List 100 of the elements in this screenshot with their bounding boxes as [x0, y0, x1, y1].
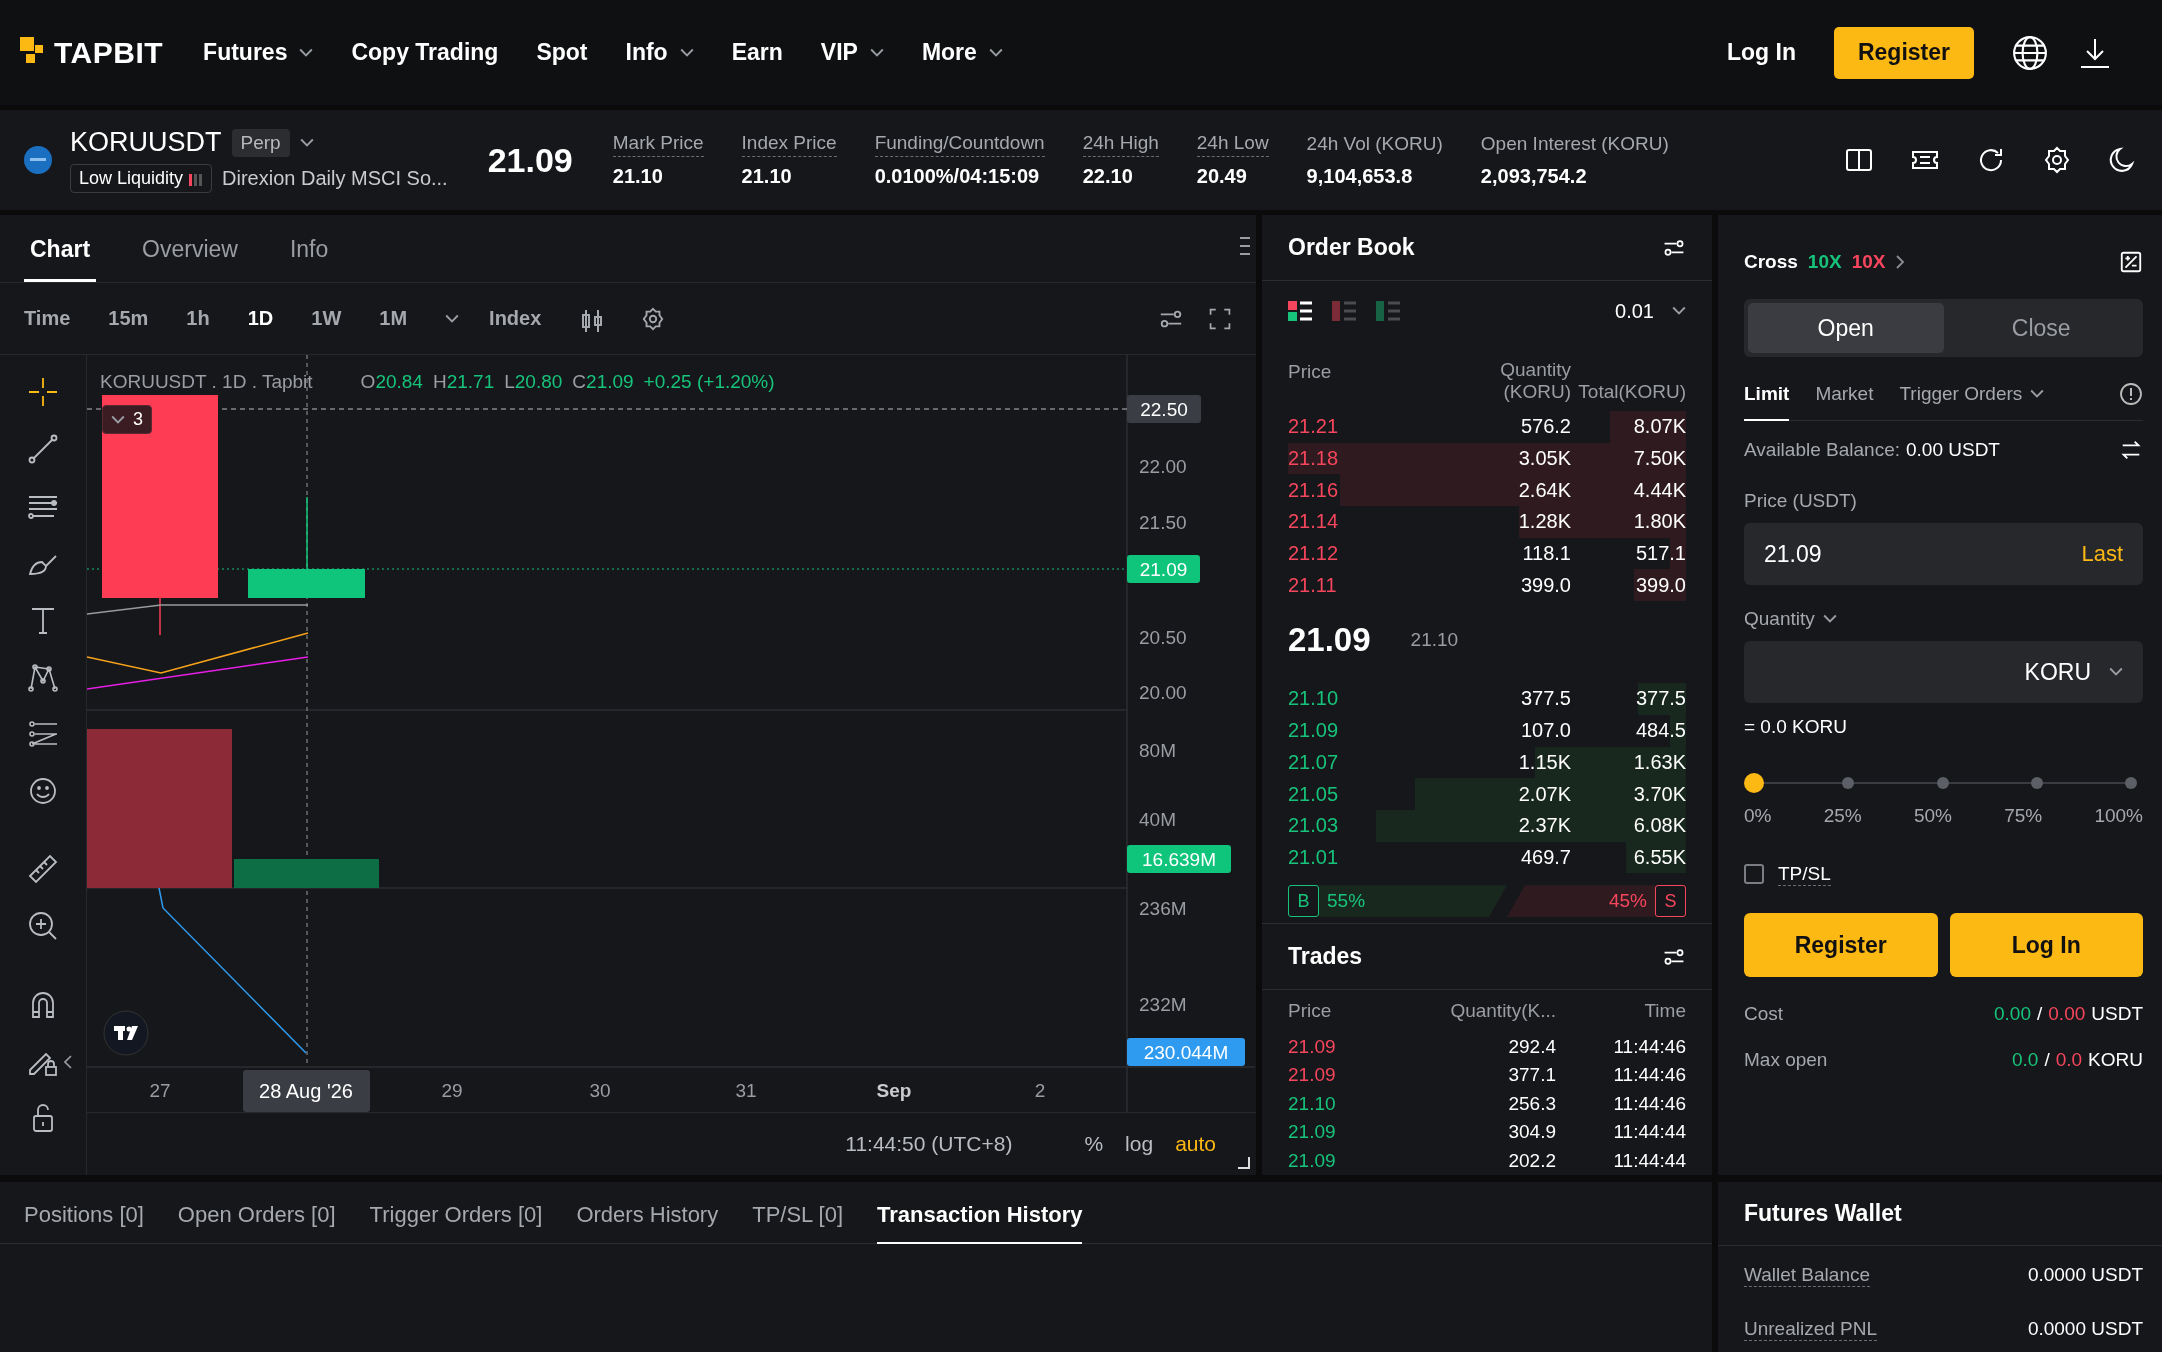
fullscreen-icon[interactable]: [1208, 306, 1232, 331]
slider-step[interactable]: [2125, 777, 2137, 789]
interval-button[interactable]: 1h: [186, 307, 210, 330]
scale-button[interactable]: %: [1084, 1132, 1104, 1156]
scale-button[interactable]: auto: [1175, 1132, 1216, 1156]
order-book-row[interactable]: 21.16 2.64K 4.44K: [1288, 474, 1686, 507]
chevron-icon[interactable]: [64, 1055, 72, 1069]
resize-handle-icon[interactable]: [1238, 1157, 1250, 1169]
slider-step[interactable]: [2030, 777, 2043, 789]
slider-step[interactable]: [1842, 777, 1855, 789]
interval-button[interactable]: 15m: [108, 307, 149, 330]
order-price[interactable]: 21.03: [1288, 814, 1339, 838]
order-book-row[interactable]: 21.18 3.05K 7.50K: [1288, 442, 1686, 475]
chart-tab[interactable]: Info: [283, 235, 335, 282]
order-price[interactable]: 21.18: [1288, 447, 1339, 471]
interval-button[interactable]: Time: [24, 307, 71, 330]
order-book-row[interactable]: 21.21 576.2 8.07K: [1288, 411, 1686, 443]
order-price[interactable]: 21.21: [1288, 415, 1339, 439]
book-view-icon[interactable]: [1288, 300, 1312, 322]
nav-link[interactable]: Futures: [203, 39, 314, 66]
chart-tab[interactable]: Overview: [136, 235, 244, 282]
order-type-tab[interactable]: Market: [1815, 383, 1874, 421]
interval-button[interactable]: 1W: [311, 307, 342, 330]
order-price[interactable]: 21.10: [1288, 687, 1339, 711]
nav-link[interactable]: VIP: [820, 39, 884, 66]
order-type-tab[interactable]: Limit: [1744, 383, 1790, 421]
order-price[interactable]: 21.09: [1288, 719, 1339, 743]
crosshair-price-label: 22.50: [1127, 395, 1201, 423]
nav-link[interactable]: Spot: [536, 39, 588, 66]
history-tab[interactable]: Positions [0]: [24, 1202, 144, 1244]
order-book-row[interactable]: 21.01 469.7 6.55K: [1288, 841, 1686, 874]
scale-button[interactable]: log: [1125, 1132, 1154, 1156]
order-book-row[interactable]: 21.03 2.37K 6.08K: [1288, 809, 1686, 842]
nav-link[interactable]: Earn: [731, 39, 783, 66]
history-tab[interactable]: TP/SL [0]: [752, 1202, 844, 1244]
login-button[interactable]: Log In: [1949, 913, 2143, 977]
column-header: Time: [1643, 1000, 1686, 1023]
price-field[interactable]: 21.09 Last: [1744, 523, 2143, 585]
history-tab[interactable]: Orders History: [576, 1202, 719, 1244]
order-book-row[interactable]: 21.14 1.28K 1.80K: [1288, 506, 1686, 538]
globe-icon[interactable]: [2012, 34, 2048, 71]
collapse-button[interactable]: 3: [102, 405, 152, 434]
ohlc-value: H21.71: [432, 371, 495, 393]
order-book-row[interactable]: 21.09 107.0 484.5: [1288, 714, 1686, 747]
nav-link[interactable]: More: [921, 39, 1003, 66]
stat-value: 20.49: [1196, 165, 1248, 188]
order-price[interactable]: 21.14: [1288, 510, 1339, 534]
history-tab[interactable]: Transaction History: [877, 1202, 1083, 1244]
slider-step[interactable]: [1936, 777, 1949, 789]
chart-tab[interactable]: Chart: [24, 235, 97, 282]
settings-icon[interactable]: [641, 306, 666, 331]
order-price[interactable]: 21.07: [1288, 750, 1339, 774]
chevron-icon: [679, 47, 694, 58]
quantity-field[interactable]: KORU: [1744, 641, 2143, 703]
side-tab[interactable]: Open: [1748, 303, 1944, 353]
calculator-icon[interactable]: [2119, 250, 2143, 274]
margin-setting[interactable]: 10X: [1851, 251, 1886, 273]
login-link[interactable]: Log In: [1726, 39, 1796, 66]
info-icon[interactable]: [2119, 382, 2143, 406]
order-book-row[interactable]: 21.05 2.07K 3.70K: [1288, 778, 1686, 810]
order-price[interactable]: 21.01: [1288, 845, 1339, 869]
order-book-row[interactable]: 21.12 118.1 517.1: [1288, 537, 1686, 570]
register-button[interactable]: Register: [1744, 913, 1938, 977]
line-tool-icon[interactable]: [26, 432, 60, 466]
ohlc-value: O20.84: [360, 371, 423, 393]
nav-link[interactable]: Copy Trading: [351, 39, 499, 66]
order-type-tab[interactable]: Trigger Orders: [1899, 383, 2045, 421]
margin-setting[interactable]: Cross: [1744, 251, 1798, 273]
history-tab[interactable]: Open Orders [0]: [177, 1202, 336, 1244]
last-price: 21.09: [487, 140, 573, 180]
interval-button[interactable]: 1D: [247, 307, 274, 330]
chevron-right-icon[interactable]: [1895, 254, 1906, 270]
tpsl-checkbox[interactable]: [1744, 864, 1764, 884]
order-book-row[interactable]: 21.11 399.0 399.0: [1288, 569, 1686, 602]
margin-setting[interactable]: 10X: [1807, 251, 1842, 273]
ruler-tool-icon[interactable]: [26, 852, 60, 886]
nav-link[interactable]: Info: [625, 39, 694, 66]
transfer-icon[interactable]: [2119, 438, 2143, 462]
wallet-value: 0.0000 USDT: [2027, 1318, 2143, 1340]
order-price[interactable]: 21.12: [1288, 542, 1339, 566]
order-price[interactable]: 21.05: [1288, 782, 1339, 806]
index-button[interactable]: Index: [489, 307, 542, 330]
precision-dropdown[interactable]: 0.01: [1615, 299, 1686, 323]
slider-thumb[interactable]: [1744, 773, 1764, 793]
history-tab[interactable]: Trigger Orders [0]: [369, 1202, 543, 1244]
order-price[interactable]: 21.11: [1288, 573, 1337, 597]
order-book-row[interactable]: 21.10 377.5 377.5: [1288, 683, 1686, 715]
stat-value: 21.10: [741, 165, 793, 188]
register-button[interactable]: Register: [1833, 26, 1974, 79]
chevron-icon: [2030, 389, 2045, 399]
stat-value: 22.10: [1082, 165, 1134, 188]
side-tab[interactable]: Close: [1943, 303, 2139, 353]
chevron-icon: [869, 47, 884, 58]
menu-icon[interactable]: [1240, 235, 1250, 257]
chevron-icon: [445, 313, 460, 324]
interval-button[interactable]: 1M: [379, 307, 408, 330]
order-book-row[interactable]: 21.07 1.15K 1.63K: [1288, 746, 1686, 779]
settings-icon[interactable]: [2042, 145, 2072, 175]
crosshair-tool-icon[interactable]: [26, 375, 60, 409]
order-price[interactable]: 21.16: [1288, 478, 1339, 502]
